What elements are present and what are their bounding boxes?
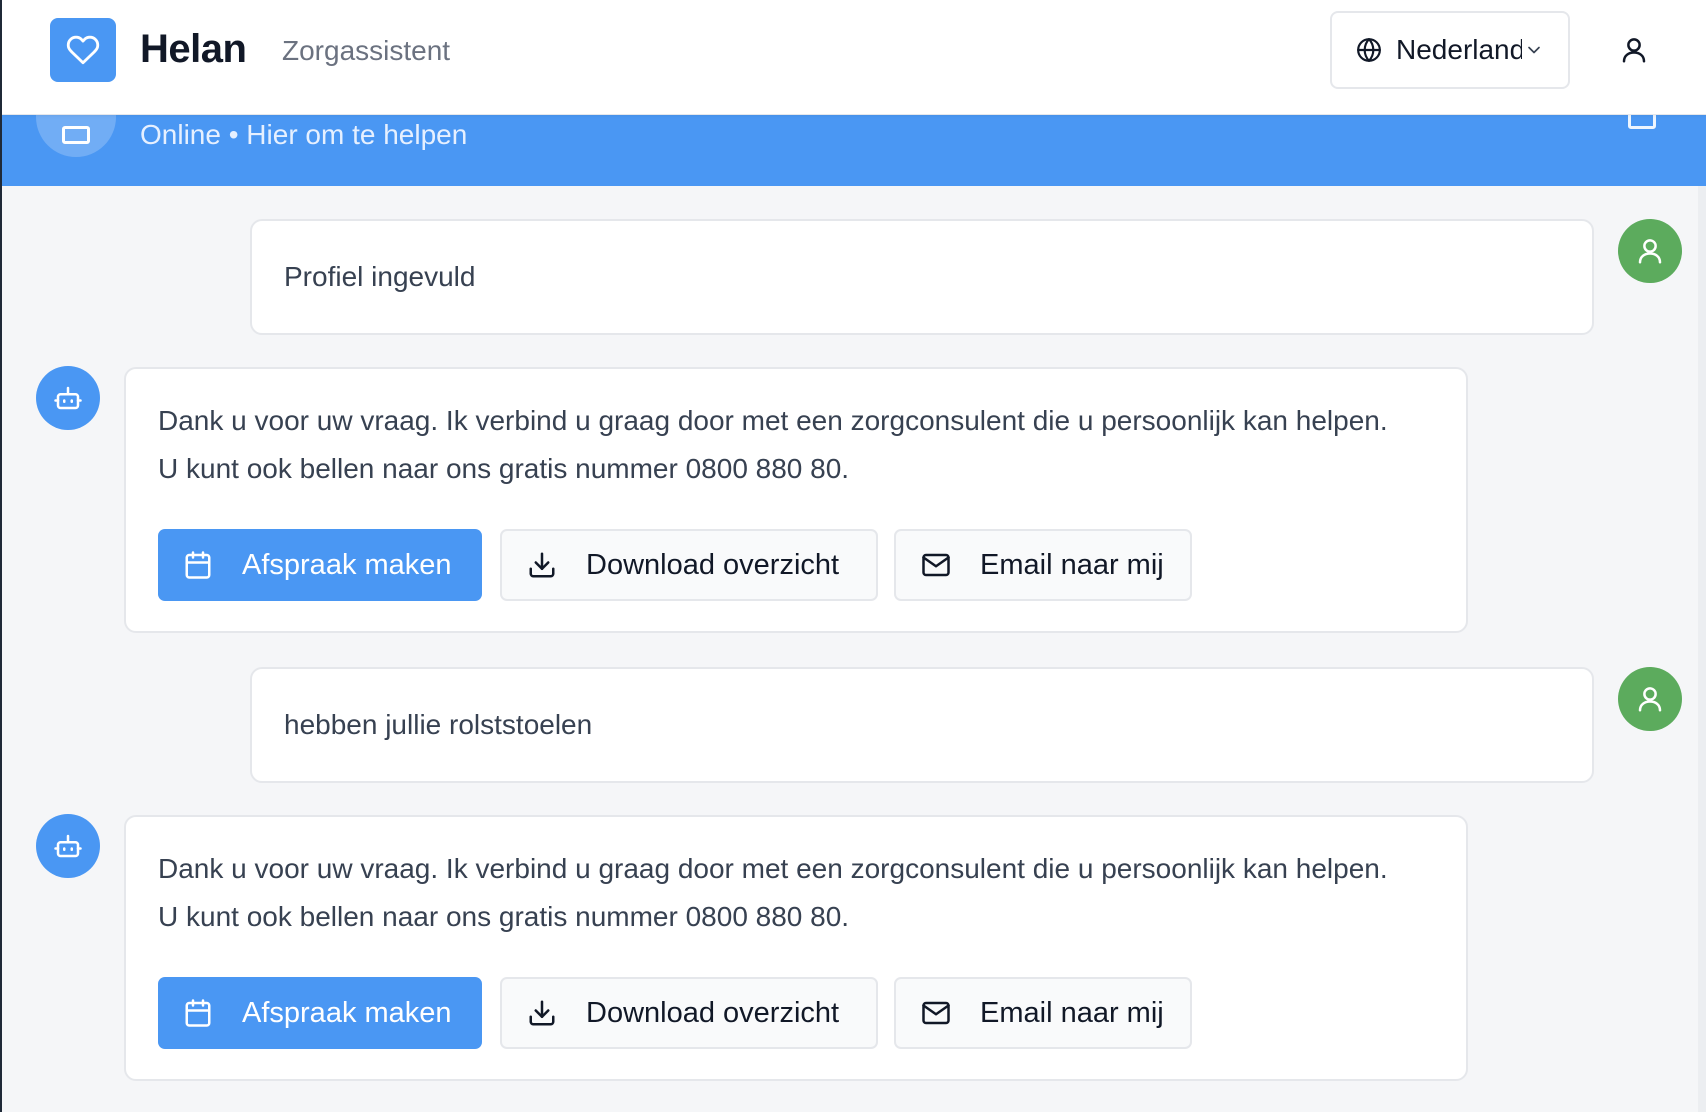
bot-message-line: Dank u voor uw vraag. Ik verbind u graag… — [158, 405, 1388, 436]
bot-message-line: Dank u voor uw vraag. Ik verbind u graag… — [158, 853, 1388, 884]
bot-message: Dank u voor uw vraag. Ik verbind u graag… — [124, 367, 1468, 633]
minimize-icon[interactable] — [1628, 115, 1656, 129]
user-icon — [1638, 239, 1662, 264]
mail-icon — [920, 549, 952, 581]
user-message: hebben jullie rolststoelen — [250, 667, 1594, 783]
chevron-down-icon — [1528, 46, 1540, 54]
appointment-button[interactable]: Afspraak maken — [158, 529, 482, 601]
user-message: Profiel ingevuld — [250, 219, 1594, 335]
app-window: Helan Zorgassistent Nederlands Online • … — [0, 0, 1706, 1112]
globe-icon — [1357, 38, 1381, 62]
appointment-button-label: Afspraak maken — [242, 996, 452, 1029]
email-me-button[interactable]: Email naar mij — [894, 529, 1192, 601]
download-overview-button[interactable]: Download overzicht — [500, 529, 878, 601]
language-select[interactable]: Nederlands — [1330, 11, 1570, 89]
download-overview-button-label: Download overzicht — [586, 548, 840, 581]
calendar-icon — [182, 549, 214, 581]
chat-header: Online • Hier om te helpen — [2, 115, 1706, 186]
robot-icon — [54, 386, 82, 410]
appointment-button-label: Afspraak maken — [242, 548, 452, 581]
user-icon — [1638, 687, 1662, 712]
user-icon — [1622, 38, 1646, 63]
brand-name: Helan — [140, 27, 247, 71]
user-avatar — [1618, 667, 1682, 731]
brand-subtitle: Zorgassistent — [282, 35, 451, 66]
email-me-button[interactable]: Email naar mij — [894, 977, 1192, 1049]
calendar-icon — [182, 997, 214, 1029]
bot-avatar — [36, 366, 100, 430]
bot-message-line: U kunt ook bellen naar ons gratis nummer… — [158, 453, 850, 484]
robot-icon — [54, 834, 82, 858]
logo[interactable] — [50, 18, 116, 82]
robot-icon — [62, 126, 90, 144]
heart-icon — [66, 35, 100, 65]
bot-message: Dank u voor uw vraag. Ik verbind u graag… — [124, 815, 1468, 1081]
mail-icon — [920, 997, 952, 1029]
download-icon — [526, 549, 558, 581]
assistant-status: Online • Hier om te helpen — [140, 119, 468, 150]
assistant-avatar — [36, 115, 116, 157]
profile-button[interactable] — [1612, 28, 1656, 72]
scrollbar[interactable] — [1698, 186, 1706, 1112]
language-value: Nederlands — [1396, 34, 1522, 65]
user-avatar — [1618, 219, 1682, 283]
appointment-button[interactable]: Afspraak maken — [158, 977, 482, 1049]
bot-message-text: Dank u voor uw vraag. Ik verbind u graag… — [158, 845, 1448, 941]
bot-message-text: Dank u voor uw vraag. Ik verbind u graag… — [158, 397, 1448, 493]
download-overview-button-label: Download overzicht — [586, 996, 840, 1029]
top-navbar: Helan Zorgassistent Nederlands — [2, 0, 1706, 115]
email-me-button-label: Email naar mij — [980, 996, 1164, 1029]
download-icon — [526, 997, 558, 1029]
download-overview-button[interactable]: Download overzicht — [500, 977, 878, 1049]
bot-message-line: U kunt ook bellen naar ons gratis nummer… — [158, 901, 850, 932]
bot-avatar — [36, 814, 100, 878]
email-me-button-label: Email naar mij — [980, 548, 1164, 581]
